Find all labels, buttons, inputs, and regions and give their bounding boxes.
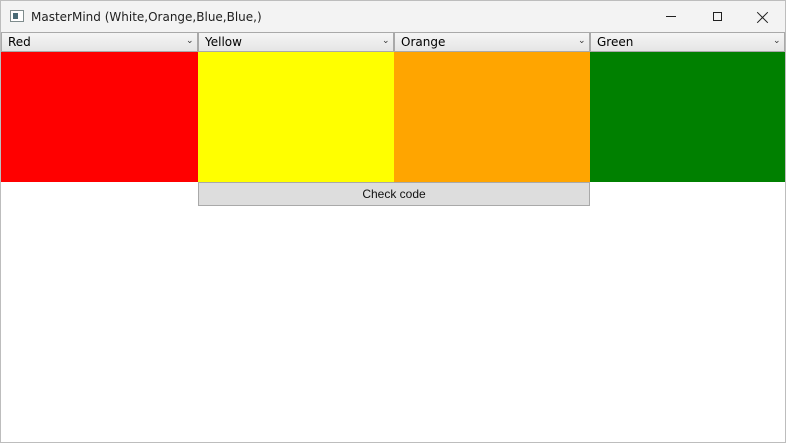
color-swatch-1 xyxy=(1,52,198,182)
color-swatch-2 xyxy=(198,52,394,182)
title-bar: MasterMind (White,Orange,Blue,Blue,) xyxy=(1,1,785,32)
chevron-down-icon: ⌄ xyxy=(186,36,194,46)
chevron-down-icon: ⌄ xyxy=(773,36,781,46)
app-icon xyxy=(10,10,24,22)
color-select-3[interactable]: Orange ⌄ xyxy=(394,32,590,52)
check-code-button[interactable]: Check code xyxy=(198,182,590,206)
color-swatch-4 xyxy=(590,52,785,182)
color-select-4-label: Green xyxy=(597,35,634,49)
color-select-1-label: Red xyxy=(8,35,31,49)
minimize-button[interactable] xyxy=(648,1,694,32)
close-icon xyxy=(757,11,769,23)
color-select-2[interactable]: Yellow ⌄ xyxy=(198,32,394,52)
color-select-2-label: Yellow xyxy=(205,35,242,49)
maximize-button[interactable] xyxy=(694,1,740,32)
color-selectors: Red ⌄ Yellow ⌄ Orange ⌄ Green ⌄ xyxy=(1,32,785,52)
minimize-icon xyxy=(666,16,676,17)
chevron-down-icon: ⌄ xyxy=(578,36,586,46)
maximize-icon xyxy=(712,12,722,21)
color-select-4[interactable]: Green ⌄ xyxy=(590,32,785,52)
chevron-down-icon: ⌄ xyxy=(382,36,390,46)
close-button[interactable] xyxy=(740,1,785,32)
mastermind-window: MasterMind (White,Orange,Blue,Blue,) Red… xyxy=(0,0,786,443)
color-select-1[interactable]: Red ⌄ xyxy=(1,32,198,52)
color-select-3-label: Orange xyxy=(401,35,446,49)
window-title: MasterMind (White,Orange,Blue,Blue,) xyxy=(31,10,262,24)
color-swatch-3 xyxy=(394,52,590,182)
